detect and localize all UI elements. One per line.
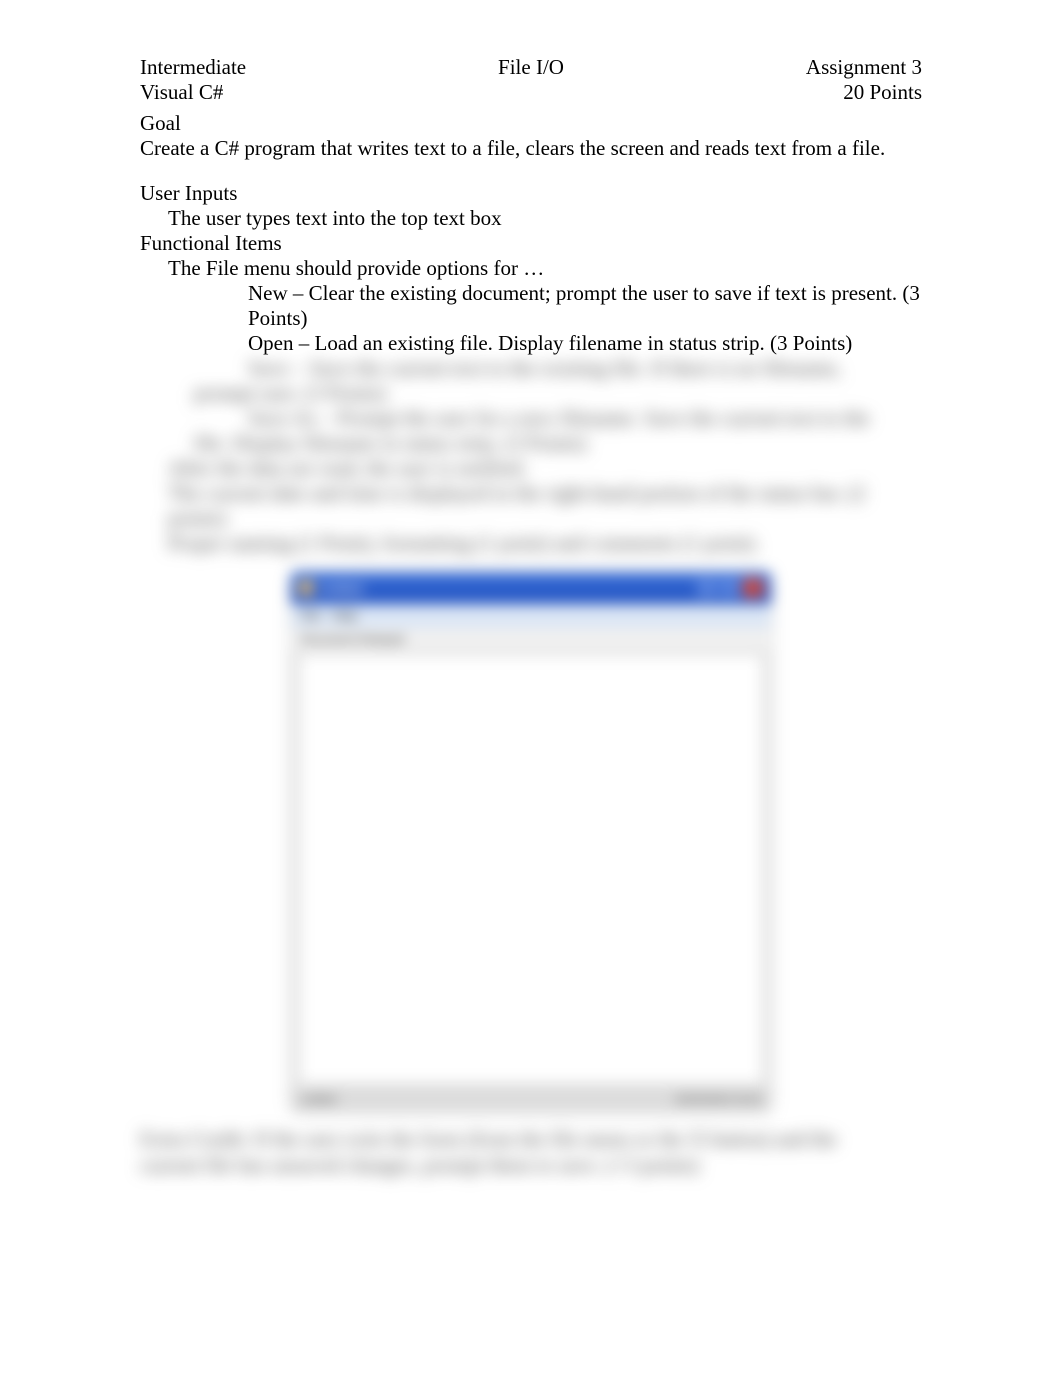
blurred-content: Save – Save the current text to the exis…: [140, 356, 922, 556]
header-right: Assignment 3 20 Points: [806, 55, 922, 105]
window-controls: [697, 579, 763, 597]
status-filename: untitled: [301, 1094, 336, 1106]
list-item: New – Clear the existing document; promp…: [140, 281, 922, 331]
statusbar: untitled 00/00/0000 00:00: [291, 1088, 771, 1112]
embedded-screenshot: Untitled File Help Document Notepad unti…: [140, 572, 922, 1112]
app-icon: [299, 581, 313, 595]
functional-heading: Functional Items: [140, 231, 922, 256]
document-label: Document Notepad: [291, 628, 771, 650]
extra-credit-blurred: Extra Credit: If the user exits the form…: [140, 1126, 922, 1179]
page-header: Intermediate Visual C# File I/O Assignme…: [140, 55, 922, 105]
list-item: The File menu should provide options for…: [140, 256, 922, 281]
assignment-points: 20 Points: [806, 80, 922, 105]
list-item: Proper naming (1 Point), formatting (1 p…: [140, 531, 922, 556]
blurred-line: points): [140, 506, 922, 531]
list-item: Save – Save the current text to the exis…: [140, 356, 922, 381]
list-item: Save As – Prompt the user for a new file…: [140, 406, 922, 431]
minimize-button[interactable]: [697, 579, 717, 597]
blurred-line: Save As – Prompt the user for a new file…: [248, 406, 922, 431]
blurred-line: Proper naming (1 Point), formatting (1 p…: [168, 531, 922, 556]
menubar: File Help: [291, 604, 771, 628]
maximize-button[interactable]: [720, 579, 740, 597]
user-inputs-heading: User Inputs: [140, 181, 922, 206]
list-item: Open – Load an existing file. Display fi…: [140, 331, 922, 356]
list-item: The current date and time is displayed i…: [140, 481, 922, 506]
blurred-line: The current date and time is displayed i…: [168, 481, 922, 506]
course-lang: Visual C#: [140, 80, 246, 105]
goal-heading: Goal: [140, 111, 922, 136]
titlebar: Untitled: [291, 572, 771, 604]
functional-intro: The File menu should provide options for…: [168, 256, 922, 281]
footer-line: current file has unsaved changes, prompt…: [140, 1152, 922, 1178]
blurred-line: After the data are read, the user is not…: [168, 456, 922, 481]
app-window: Untitled File Help Document Notepad unti…: [291, 572, 771, 1112]
user-input-item: The user types text into the top text bo…: [168, 206, 922, 231]
blurred-line: file. Display filename in status strip. …: [140, 431, 922, 456]
list-item: The user types text into the top text bo…: [140, 206, 922, 231]
menu-help[interactable]: Help: [332, 609, 357, 623]
header-left: Intermediate Visual C#: [140, 55, 246, 105]
titlebar-left: Untitled: [299, 581, 363, 596]
blurred-line: Save – Save the current text to the exis…: [248, 356, 922, 381]
assignment-topic: File I/O: [498, 55, 564, 80]
menu-file[interactable]: File: [301, 609, 320, 623]
window-title: Untitled: [319, 581, 363, 596]
functional-subitem-open: Open – Load an existing file. Display fi…: [248, 331, 922, 356]
status-datetime: 00/00/0000 00:00: [675, 1094, 761, 1106]
text-editor-area[interactable]: [299, 654, 763, 1084]
blurred-line: prompt user. (3 Points): [140, 381, 922, 406]
close-button[interactable]: [743, 579, 763, 597]
assignment-number: Assignment 3: [806, 55, 922, 80]
functional-subitem-new: New – Clear the existing document; promp…: [248, 281, 922, 331]
list-item: After the data are read, the user is not…: [140, 456, 922, 481]
course-name: Intermediate: [140, 55, 246, 80]
footer-line: Extra Credit: If the user exits the form…: [140, 1126, 922, 1152]
goal-text: Create a C# program that writes text to …: [140, 136, 922, 161]
